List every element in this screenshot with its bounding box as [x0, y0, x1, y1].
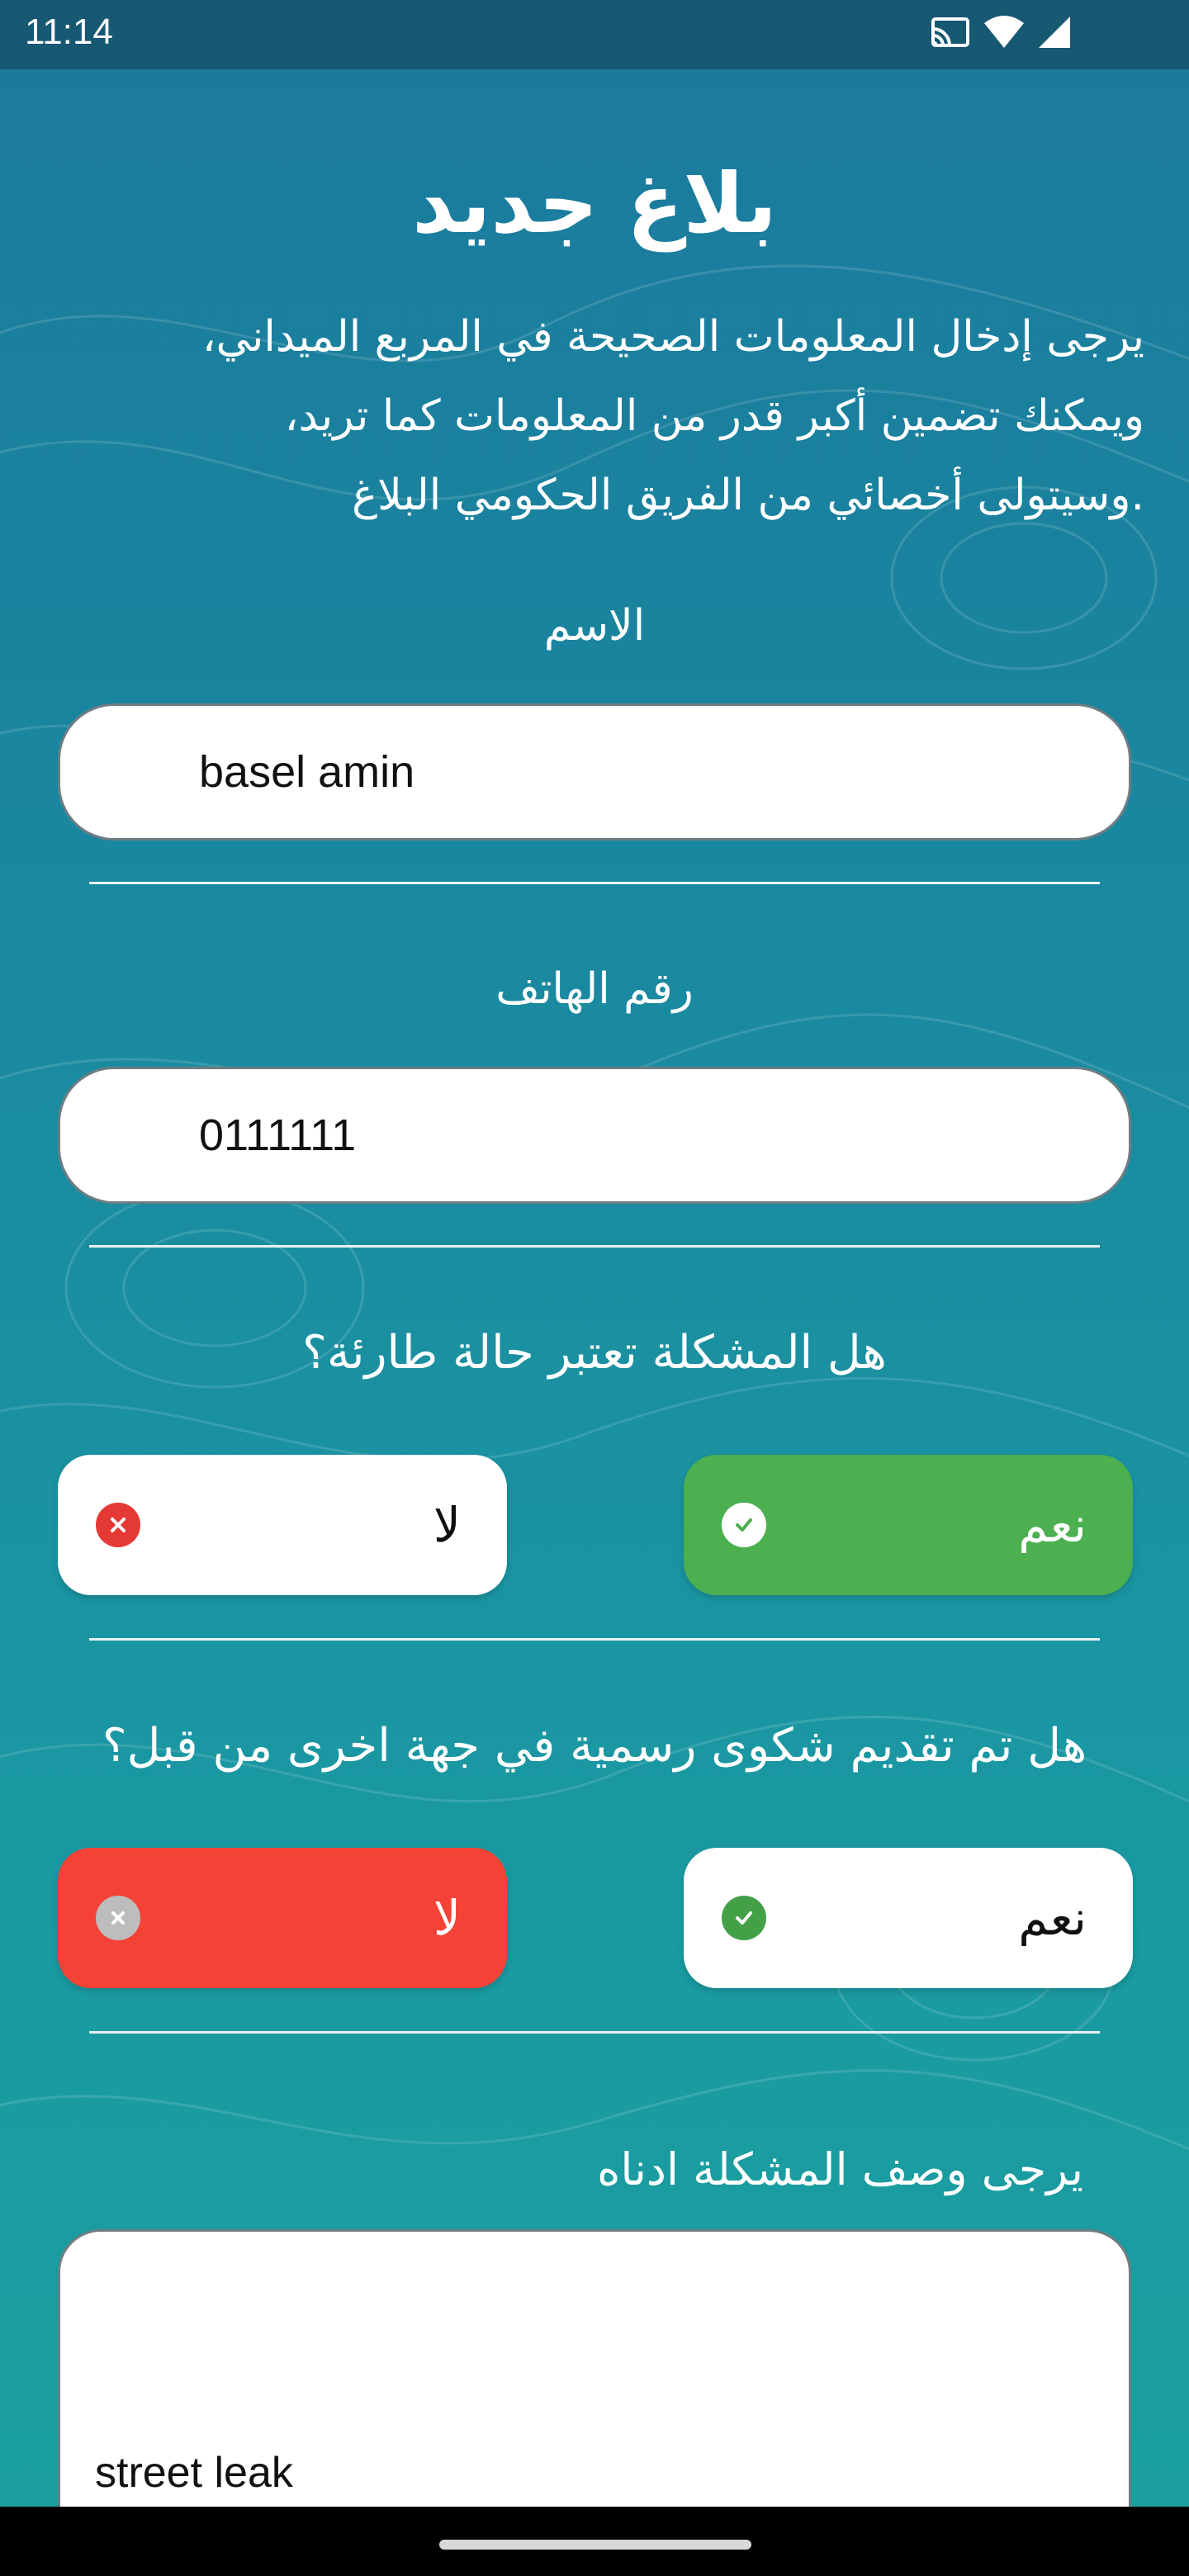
close-icon	[96, 1503, 140, 1547]
status-time: 11:14	[25, 12, 113, 52]
prior-complaint-no-label: لا	[433, 1890, 461, 1946]
name-label: الاسم	[543, 601, 646, 651]
divider	[89, 2031, 1100, 2034]
name-value: basel amin	[199, 747, 415, 797]
description-value: street leak	[95, 2449, 293, 2497]
check-icon	[722, 1503, 766, 1547]
status-icons	[930, 15, 1073, 50]
status-bar: 11:14	[0, 0, 1189, 69]
phone-input[interactable]: 0111111	[58, 1067, 1131, 1204]
emergency-yes-label: نعم	[1018, 1497, 1087, 1553]
home-gesture-handle[interactable]	[439, 2540, 751, 2550]
close-icon	[96, 1896, 140, 1940]
divider	[89, 882, 1100, 884]
app-screen: 11:14 بلاغ جديد يرجى إدخال المعلومات الص…	[0, 0, 1189, 2576]
prior-complaint-no-button[interactable]: لا	[58, 1848, 507, 1988]
prior-complaint-yes-button[interactable]: نعم	[684, 1848, 1133, 1988]
phone-value: 0111111	[199, 1110, 357, 1160]
page-title: بلاغ جديد	[412, 155, 777, 252]
emergency-yes-button[interactable]: نعم	[684, 1455, 1133, 1595]
intro-line: يرجى إدخال المعلومات الصحيحة في المربع ا…	[201, 312, 1144, 362]
intro-text: يرجى إدخال المعلومات الصحيحة في المربع ا…	[66, 297, 1144, 535]
signal-icon	[1039, 17, 1070, 48]
divider	[89, 1245, 1100, 1248]
description-label: يرجى وصف المشكلة ادناه	[597, 2143, 1083, 2195]
emergency-no-button[interactable]: لا	[58, 1455, 507, 1595]
prior-complaint-question: هل تم تقديم شكوى رسمية في جهة اخرى من قب…	[102, 1719, 1087, 1773]
cast-icon	[931, 17, 969, 47]
divider	[89, 1638, 1100, 1641]
emergency-no-label: لا	[433, 1497, 461, 1553]
check-icon	[722, 1896, 766, 1940]
name-input[interactable]: basel amin	[58, 703, 1131, 841]
emergency-question: هل المشكلة تعتبر حالة طارئة؟	[302, 1326, 887, 1380]
prior-complaint-yes-label: نعم	[1018, 1890, 1087, 1946]
wifi-icon	[984, 16, 1024, 48]
phone-label: رقم الهاتف	[495, 964, 694, 1014]
intro-line: ويمكنك تضمين أكبر قدر من المعلومات كما ت…	[284, 391, 1144, 441]
intro-line: .وسيتولى أخصائي من الفريق الحكومي البلاغ	[352, 471, 1144, 520]
navigation-bar	[0, 2507, 1189, 2576]
